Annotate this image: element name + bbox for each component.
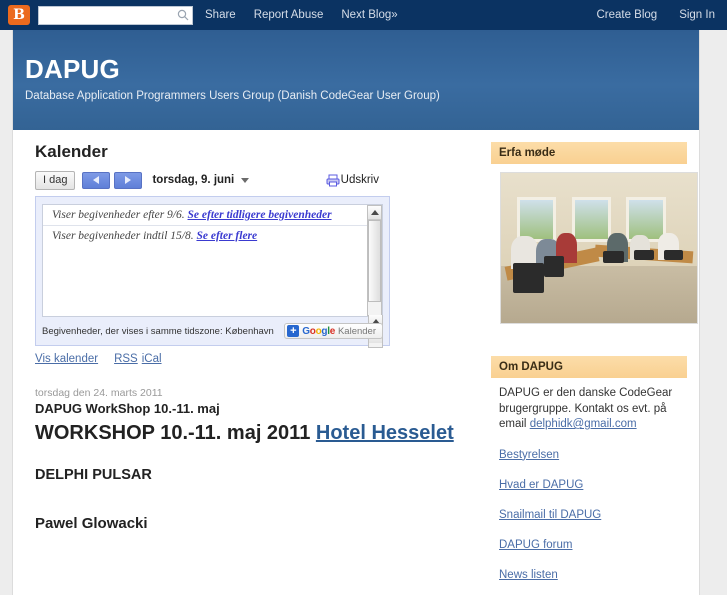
blog-post: torsdag den 24. marts 2011 DAPUG WorkSho… xyxy=(35,387,475,532)
previous-period-button[interactable] xyxy=(82,171,111,189)
list-item: DAPUG forum xyxy=(499,535,687,553)
post-title: DAPUG WorkShop 10.-11. maj xyxy=(35,401,220,416)
om-dapug-body: DAPUG er den danske CodeGear brugergrupp… xyxy=(491,386,687,433)
navbar-link-share[interactable]: Share xyxy=(205,9,236,21)
blog-header: DAPUG Database Application Programmers U… xyxy=(13,30,699,130)
sidebar-link-bestyrelsen[interactable]: Bestyrelsen xyxy=(499,449,559,461)
post-heading: WORKSHOP 10.-11. maj 2011 Hotel Hesselet xyxy=(35,422,475,445)
photo-laptop-1 xyxy=(602,251,625,263)
navbar-link-create-blog[interactable]: Create Blog xyxy=(596,9,657,21)
see-earlier-events-link[interactable]: Se efter tidligere begivenheder xyxy=(188,209,332,221)
navbar-link-sign-in[interactable]: Sign In xyxy=(679,9,715,21)
om-dapug-link-list: Bestyrelsen Hvad er DAPUG Snailmail til … xyxy=(491,445,687,583)
blog-page: DAPUG Database Application Programmers U… xyxy=(12,30,700,595)
calendar-message-later-text: Viser begivenheder indtil 15/8. xyxy=(52,230,197,242)
view-calendar-link[interactable]: Vis kalender xyxy=(35,353,98,365)
post-speaker: Pawel Glowacki xyxy=(35,515,148,532)
calendar-event-list[interactable]: Viser begivenheder efter 9/6. Se efter t… xyxy=(42,204,383,317)
calendar-message-earlier-text: Viser begivenheder efter 9/6. xyxy=(52,209,188,221)
meeting-room-photo xyxy=(500,172,698,324)
ical-link[interactable]: iCal xyxy=(142,353,162,365)
calendar-footer: Begivenheder, der vises i samme tidszone… xyxy=(42,321,383,341)
calendar-message-later: Viser begivenheder indtil 15/8. Se efter… xyxy=(43,226,382,246)
sidebar-link-hvad-er-dapug[interactable]: Hvad er DAPUG xyxy=(499,479,583,491)
calendar-toolbar: I dag torsdag, 9. juni Udskriv xyxy=(35,169,475,191)
calendar-links: Vis kalender RSS iCal xyxy=(35,353,475,365)
content-area: Kalender I dag torsdag, 9. juni Udskriv xyxy=(13,130,699,595)
chevron-down-icon[interactable] xyxy=(241,177,250,183)
sidebar-section-title-om-dapug: Om DAPUG xyxy=(491,356,687,378)
photo-monitor-2 xyxy=(544,255,564,277)
calendar-current-date: torsdag, 9. juni xyxy=(152,174,235,186)
calendar-gadget-title: Kalender xyxy=(35,142,108,161)
blogger-logo-icon[interactable]: B xyxy=(8,5,30,25)
sidebar-section-title-erfa: Erfa møde xyxy=(491,142,687,164)
printer-icon xyxy=(326,174,340,186)
scrollbar-thumb[interactable] xyxy=(368,220,381,302)
search-box[interactable] xyxy=(38,5,193,25)
search-input[interactable] xyxy=(42,8,177,22)
see-more-events-link[interactable]: Se efter flere xyxy=(196,230,257,242)
photo-laptop-2 xyxy=(634,249,654,260)
blog-title: DAPUG xyxy=(25,54,120,84)
navbar-right-group: Create Blog Sign In xyxy=(574,9,719,21)
list-item: Snailmail til DAPUG xyxy=(499,505,687,523)
hotel-hesselet-link[interactable]: Hotel Hesselet xyxy=(316,422,454,444)
sidebar-link-snailmail[interactable]: Snailmail til DAPUG xyxy=(499,509,601,521)
post-subheading: DELPHI PULSAR xyxy=(35,467,152,483)
blogger-navbar: B Share Report Abuse Next Blog» Create B… xyxy=(0,0,727,30)
list-item: Bestyrelsen xyxy=(499,445,687,463)
print-label: Udskriv xyxy=(340,174,379,186)
list-item: News listen xyxy=(499,565,687,583)
calendar-embed: Viser begivenheder efter 9/6. Se efter t… xyxy=(35,196,390,348)
main-column: Kalender I dag torsdag, 9. juni Udskriv xyxy=(13,130,487,532)
sidebar-section-om-dapug: Om DAPUG DAPUG er den danske CodeGear br… xyxy=(491,356,687,583)
navbar-link-next-blog[interactable]: Next Blog» xyxy=(341,9,397,21)
search-icon xyxy=(177,9,189,21)
post-heading-text: WORKSHOP 10.-11. maj 2011 xyxy=(35,422,316,444)
today-button[interactable]: I dag xyxy=(35,170,76,190)
sidebar: Erfa møde Om DAPUG DAPUG er den danske C… xyxy=(487,130,698,595)
photo-monitor-1 xyxy=(512,263,545,293)
navbar-link-report-abuse[interactable]: Report Abuse xyxy=(254,9,324,21)
photo-laptop-3 xyxy=(663,249,684,260)
sidebar-link-news-listen[interactable]: News listen xyxy=(499,569,558,581)
print-button[interactable]: Udskriv xyxy=(326,174,379,187)
scroll-up-button[interactable] xyxy=(368,206,381,220)
calendar-message-earlier: Viser begivenheder efter 9/6. Se efter t… xyxy=(43,205,382,226)
google-calendar-badge[interactable]: + Google Kalender xyxy=(284,323,383,339)
google-wordmark: Google xyxy=(302,325,335,337)
post-date: torsdag den 24. marts 2011 xyxy=(35,387,163,399)
triangle-up-icon xyxy=(370,210,379,215)
sidebar-section-erfa: Erfa møde xyxy=(491,142,698,324)
add-calendar-icon[interactable]: + xyxy=(287,325,300,337)
blog-description: Database Application Programmers Users G… xyxy=(25,90,440,102)
chevron-left-icon xyxy=(93,176,100,184)
next-period-button[interactable] xyxy=(114,171,143,189)
page-background: DAPUG Database Application Programmers U… xyxy=(0,30,727,595)
google-calendar-product-label: Kalender xyxy=(337,325,376,337)
photo-window-2 xyxy=(571,197,611,242)
list-item: Hvad er DAPUG xyxy=(499,475,687,493)
chevron-right-icon xyxy=(125,176,132,184)
rss-link[interactable]: RSS xyxy=(114,353,138,365)
contact-email-link[interactable]: delphidk@gmail.com xyxy=(530,418,637,430)
event-list-scrollbar[interactable] xyxy=(367,205,382,316)
timezone-note: Begivenheder, der vises i samme tidszone… xyxy=(42,325,274,337)
